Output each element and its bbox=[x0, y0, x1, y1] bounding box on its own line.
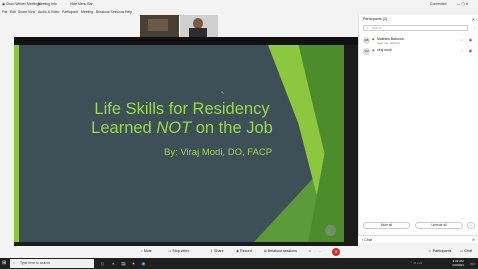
search-icon: ⌕ bbox=[366, 26, 368, 30]
share-button[interactable]: ⇪Share bbox=[210, 249, 224, 253]
breakout-sessions-button[interactable]: ⧉Breakout sessions bbox=[264, 249, 297, 253]
room-background bbox=[148, 19, 168, 31]
mute-button[interactable]: ♪Mute bbox=[141, 249, 152, 253]
close-icon[interactable]: ✕ bbox=[472, 17, 475, 22]
camera-icon: ▭ bbox=[168, 249, 172, 253]
meeting-controls: ♪Mute ▭Stop video ⇪Share ◉Record ⧉Breako… bbox=[14, 246, 478, 258]
webex-icon[interactable]: ◉ bbox=[140, 260, 147, 267]
close-icon[interactable]: ✕ bbox=[472, 238, 475, 242]
search-icon: ⌕ bbox=[13, 261, 15, 265]
hide-menu-bar-tab[interactable]: Hide Menu Bar bbox=[70, 2, 93, 6]
menu-meeting[interactable]: Meeting bbox=[81, 10, 93, 14]
breakout-icon: ⧉ bbox=[264, 249, 267, 253]
more-options-icon[interactable]: ⋮ bbox=[473, 26, 476, 30]
notifications-icon[interactable]: ▭ bbox=[469, 260, 476, 267]
title-bar: ◉ Cisco Webex Meetings Meeting Info Hide… bbox=[0, 0, 478, 8]
windows-start-icon[interactable]: ⊞ bbox=[2, 260, 6, 266]
connection-status[interactable]: Connected bbox=[430, 2, 446, 6]
stop-video-button[interactable]: ▭Stop video bbox=[168, 249, 189, 253]
menu-edit[interactable]: Edit bbox=[10, 10, 16, 14]
speaking-icon: ◉ bbox=[372, 37, 375, 41]
menu-audio-video[interactable]: Audio & Video bbox=[38, 10, 59, 14]
slide-left-stripe bbox=[14, 45, 19, 242]
participants-panel: Participants (2) ✕ ⌕ Search ⋮ MB ◉ Matth… bbox=[358, 15, 478, 242]
participants-button[interactable]: ☺Participants bbox=[428, 249, 451, 253]
menu-view[interactable]: View bbox=[28, 10, 35, 14]
person-body bbox=[189, 28, 207, 37]
participant-row[interactable]: MB ◉ Matthew Babcock Host, me, referred … bbox=[363, 36, 475, 46]
shared-slide: Life Skills for Residency Learned NOT on… bbox=[14, 45, 344, 242]
system-tray-icons[interactable]: ⌃ ▭ ♪ ⊡ bbox=[410, 261, 422, 265]
video-tile-self[interactable] bbox=[180, 15, 218, 37]
menu-help[interactable]: Help bbox=[125, 10, 132, 14]
microphone-icon[interactable]: ♪ bbox=[461, 38, 463, 42]
participant-name: viraj modi bbox=[377, 48, 392, 52]
video-tile-presenter[interactable] bbox=[140, 15, 179, 37]
taskbar: ⊞ ⌕ Type here to search ▯ ◐ ▤ ● ◉ ⌃ ▭ ♪ … bbox=[0, 258, 478, 269]
chat-button[interactable]: ▭Chat bbox=[460, 249, 472, 253]
meeting-info-tab[interactable]: Meeting Info bbox=[38, 2, 57, 6]
chat-icon: ▭ bbox=[460, 249, 464, 253]
app-icon: ◉ bbox=[2, 2, 5, 6]
video-strip bbox=[14, 15, 358, 37]
end-call-button[interactable]: ✕ bbox=[332, 248, 340, 256]
participants-header: Participants (2) bbox=[363, 17, 388, 21]
reactions-icon[interactable]: ☺ bbox=[308, 249, 312, 253]
taskbar-search-input[interactable]: ⌕ Type here to search bbox=[10, 259, 94, 268]
stage-right bbox=[344, 45, 358, 242]
video-off-icon[interactable]: ▣ bbox=[469, 49, 472, 53]
mute-all-button[interactable]: Mute all bbox=[363, 222, 410, 229]
file-explorer-icon[interactable]: ▤ bbox=[120, 260, 127, 267]
people-icon: ☺ bbox=[428, 249, 432, 253]
stage-top bbox=[14, 37, 358, 45]
speaking-icon: ◉ bbox=[372, 48, 375, 52]
app-icon[interactable]: ● bbox=[130, 260, 137, 267]
slide-dot bbox=[325, 225, 336, 236]
more-button[interactable]: ... bbox=[467, 222, 475, 229]
taskbar-clock[interactable]: 9:03 AM 2/3/2021 bbox=[452, 259, 464, 267]
record-icon: ◉ bbox=[236, 249, 240, 253]
menu-share[interactable]: Share bbox=[18, 10, 27, 14]
menu-file[interactable]: File bbox=[2, 10, 7, 14]
slide-title-line1: Life Skills for Residency bbox=[94, 100, 270, 118]
menu-breakout-sessions[interactable]: Breakout Sessions bbox=[96, 10, 124, 14]
participant-row[interactable]: VM ◉ viraj modi ♪ ▣ bbox=[363, 47, 475, 57]
edge-icon[interactable]: ◐ bbox=[110, 260, 117, 267]
microphone-icon: ♪ bbox=[141, 249, 143, 253]
task-view-icon[interactable]: ▯ bbox=[99, 260, 106, 267]
participant-role: Host, me, referred bbox=[377, 41, 400, 45]
unmute-all-button[interactable]: Unmute all bbox=[415, 222, 463, 229]
more-options-button[interactable]: ... bbox=[319, 249, 322, 253]
share-icon: ⇪ bbox=[210, 249, 214, 253]
chat-panel-header[interactable]: › Chat ✕ bbox=[358, 235, 478, 243]
avatar: MB bbox=[363, 37, 370, 44]
participant-search-input[interactable]: ⌕ Search bbox=[363, 25, 468, 31]
menu-participant[interactable]: Participant bbox=[62, 10, 78, 14]
chat-label: › Chat bbox=[362, 238, 372, 242]
avatar: VM bbox=[363, 48, 370, 55]
record-button[interactable]: ◉Record bbox=[236, 249, 252, 253]
video-off-icon[interactable]: ▣ bbox=[469, 38, 472, 42]
mouse-cursor-icon: ↖ bbox=[221, 90, 225, 95]
slide-author: By: Viraj Modi, DO, FACP bbox=[164, 147, 273, 158]
microphone-icon[interactable]: ♪ bbox=[461, 49, 463, 53]
window-controls[interactable]: — ▢ ✕ bbox=[457, 2, 468, 6]
app-title: Cisco Webex Meetings bbox=[6, 2, 41, 6]
menu-bar: File Edit Share View Audio & Video Parti… bbox=[0, 8, 478, 15]
slide-title: Life Skills for Residency Learned NOT on… bbox=[82, 100, 282, 138]
slide-title-line2: Learned NOT on the Job bbox=[91, 119, 273, 137]
